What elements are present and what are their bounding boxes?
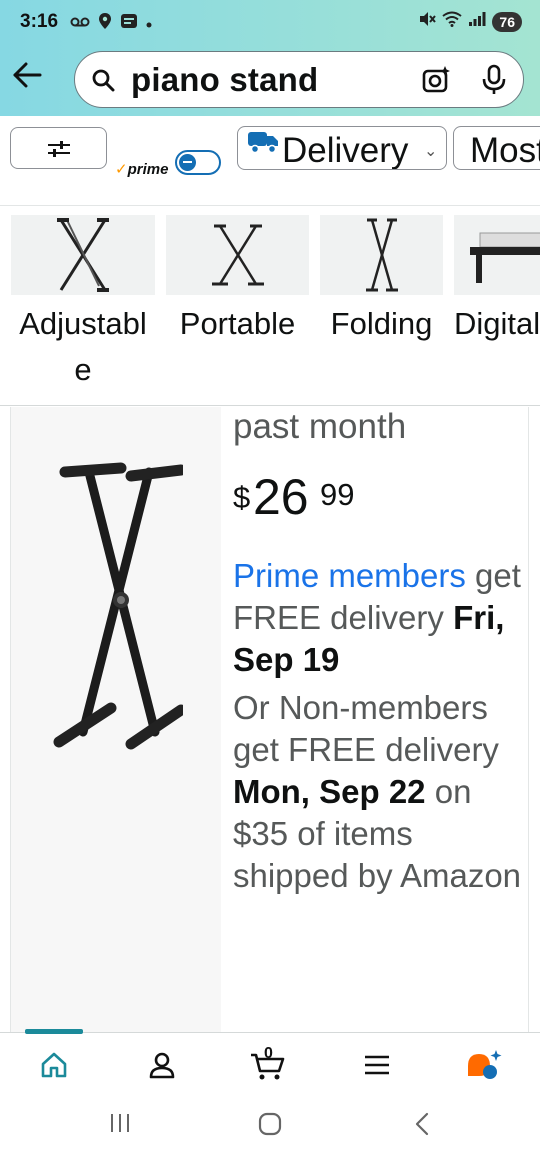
category-image <box>11 215 155 295</box>
sort-filter-button[interactable]: Most <box>453 126 540 170</box>
price-symbol: $ <box>233 480 251 515</box>
search-icon <box>91 68 115 97</box>
person-icon <box>149 1052 175 1079</box>
delivery-filter-button[interactable]: Delivery ⌄ <box>237 126 447 170</box>
product-card[interactable]: past month $ 26 99 Prime members get FRE… <box>0 407 540 1032</box>
bottom-navigation: 0 <box>0 1029 540 1094</box>
system-navigation-bar <box>0 1094 540 1158</box>
category-digital[interactable]: Digital <box>454 215 540 347</box>
category-label: Adjustable <box>19 306 147 387</box>
recent-apps-icon[interactable] <box>108 1112 132 1139</box>
battery-level: 76 <box>492 11 522 32</box>
filter-bar: ✓prime Delivery ⌄ Most <box>0 116 540 206</box>
status-time: 3:16 <box>20 11 59 32</box>
rufus-assistant-icon <box>468 1050 502 1079</box>
nonmember-date: Mon, Sep 22 <box>233 773 426 810</box>
bought-past-month: past month <box>233 407 407 446</box>
category-label: Portable <box>179 306 296 341</box>
nav-rufus[interactable] <box>464 1047 504 1083</box>
message-icon <box>120 13 138 34</box>
toggle-knob <box>179 154 196 171</box>
search-input[interactable]: piano stand <box>131 61 318 99</box>
category-adjustable[interactable]: Adjustable <box>11 215 155 393</box>
app-header: 3:16 76 piano stand <box>0 0 540 116</box>
category-carousel: Adjustable Portable Folding Digital <box>0 207 540 406</box>
active-tab-indicator <box>25 1029 83 1034</box>
delivery-truck-icon <box>246 128 280 161</box>
prime-toggle[interactable] <box>175 150 221 175</box>
prime-delivery-info: Prime members get FREE delivery Fri, Sep… <box>233 555 523 681</box>
price-whole: 26 <box>253 469 309 525</box>
nonmember-text: Or Non-members get FREE delivery <box>233 689 499 768</box>
price-fraction: 99 <box>320 477 355 512</box>
mute-icon <box>418 10 437 33</box>
delivery-label: Delivery <box>282 131 409 170</box>
product-info: past month $ 26 99 Prime members get FRE… <box>233 407 523 897</box>
category-portable[interactable]: Portable <box>166 215 309 347</box>
nav-cart[interactable]: 0 <box>248 1045 288 1083</box>
category-image <box>320 215 443 295</box>
cart-count: 0 <box>264 1045 273 1062</box>
home-icon <box>41 1052 67 1078</box>
prime-label: ✓prime <box>115 161 169 178</box>
chevron-down-icon: ⌄ <box>424 143 438 160</box>
filters-button[interactable] <box>10 127 107 169</box>
back-button[interactable] <box>12 62 48 94</box>
category-label: Folding <box>330 306 433 341</box>
arrow-left-icon <box>13 62 42 88</box>
home-button-icon[interactable] <box>258 1112 282 1141</box>
signal-icon <box>468 11 486 32</box>
dot-icon <box>146 15 152 33</box>
status-system-icons: 76 <box>418 10 522 33</box>
voicemail-icon <box>70 15 90 33</box>
category-image <box>166 215 309 295</box>
menu-icon <box>365 1055 389 1075</box>
nonmember-delivery-info: Or Non-members get FREE delivery Mon, Se… <box>233 687 523 897</box>
prime-members-link[interactable]: Prime members <box>233 557 466 594</box>
category-image <box>454 215 540 295</box>
nav-account[interactable] <box>142 1047 182 1083</box>
category-folding[interactable]: Folding <box>320 215 443 347</box>
nav-menu[interactable] <box>357 1047 397 1083</box>
keyboard-stand-image <box>53 462 183 750</box>
amazon-search-results: 3:16 76 piano stand ✓prime Delivery ⌄ Mo… <box>0 0 540 1158</box>
location-icon <box>98 12 112 35</box>
wifi-icon <box>442 11 463 32</box>
status-bar: 3:16 76 <box>0 0 540 46</box>
price: $ 26 99 <box>233 469 523 528</box>
category-label: Digital <box>454 306 540 341</box>
microphone-icon[interactable] <box>481 64 507 101</box>
system-back-icon[interactable] <box>412 1112 432 1141</box>
status-notification-icons <box>70 12 152 35</box>
product-image[interactable] <box>10 407 221 1032</box>
nav-home[interactable] <box>34 1047 74 1083</box>
search-field[interactable]: piano stand <box>74 51 524 108</box>
camera-search-icon[interactable] <box>421 65 451 100</box>
sort-label: Most <box>470 131 540 170</box>
sliders-icon <box>48 141 70 157</box>
